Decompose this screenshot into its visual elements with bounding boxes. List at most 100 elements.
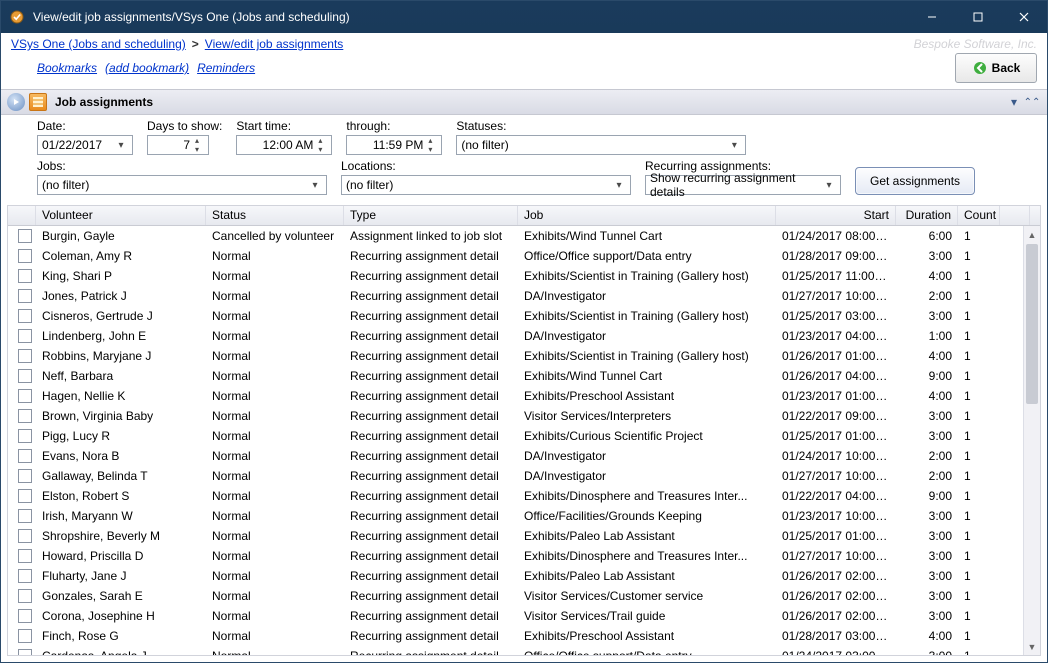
table-row[interactable]: Gonzales, Sarah E Normal Recurring assig… [8,586,1040,606]
jobs-dropdown-icon[interactable] [308,180,322,191]
col-blank[interactable] [1000,206,1030,225]
through-spinner-icon[interactable] [423,136,437,154]
row-checkbox[interactable] [18,509,32,523]
table-row[interactable]: Hagen, Nellie K Normal Recurring assignm… [8,386,1040,406]
table-row[interactable]: Howard, Priscilla D Normal Recurring ass… [8,546,1040,566]
start-time-spinner-icon[interactable] [313,136,327,154]
table-row[interactable]: Finch, Rose G Normal Recurring assignmen… [8,626,1040,646]
locations-label: Locations: [341,159,631,173]
scroll-up-icon[interactable]: ▲ [1024,226,1040,243]
row-checkbox[interactable] [18,229,32,243]
table-row[interactable]: Gallaway, Belinda T Normal Recurring ass… [8,466,1040,486]
table-row[interactable]: Elston, Robert S Normal Recurring assign… [8,486,1040,506]
row-checkbox[interactable] [18,609,32,623]
row-checkbox[interactable] [18,269,32,283]
row-checkbox[interactable] [18,429,32,443]
window-controls [909,1,1047,33]
table-row[interactable]: Coleman, Amy R Normal Recurring assignme… [8,246,1040,266]
jobs-select[interactable]: (no filter) [37,175,327,195]
col-count[interactable]: Count [958,206,1000,225]
cell-duration: 3:00 [896,429,958,443]
table-row[interactable]: Fluharty, Jane J Normal Recurring assign… [8,566,1040,586]
row-checkbox[interactable] [18,249,32,263]
cell-start: 01/25/2017 03:00PM [776,309,896,323]
row-checkbox[interactable] [18,409,32,423]
reminders-link[interactable]: Reminders [197,61,255,75]
row-checkbox[interactable] [18,329,32,343]
breadcrumb-root[interactable]: VSys One (Jobs and scheduling) [11,37,186,51]
get-assignments-button[interactable]: Get assignments [855,167,975,195]
row-checkbox[interactable] [18,389,32,403]
row-checkbox[interactable] [18,589,32,603]
table-row[interactable]: Lindenberg, John E Normal Recurring assi… [8,326,1040,346]
row-checkbox[interactable] [18,529,32,543]
row-checkbox[interactable] [18,649,32,655]
cell-volunteer: Cardenas, Angela J [36,649,206,655]
date-dropdown-icon[interactable] [114,140,128,151]
col-type[interactable]: Type [344,206,518,225]
table-row[interactable]: Burgin, Gayle Cancelled by volunteer Ass… [8,226,1040,246]
table-row[interactable]: Cisneros, Gertrude J Normal Recurring as… [8,306,1040,326]
breadcrumb-current[interactable]: View/edit job assignments [205,37,344,51]
table-row[interactable]: King, Shari P Normal Recurring assignmen… [8,266,1040,286]
locations-select[interactable]: (no filter) [341,175,631,195]
cell-type: Recurring assignment detail [344,589,518,603]
cell-job: DA/Investigator [518,469,776,483]
maximize-button[interactable] [955,1,1001,33]
table-row[interactable]: Shropshire, Beverly M Normal Recurring a… [8,526,1040,546]
col-duration[interactable]: Duration [896,206,958,225]
days-input[interactable]: 7 [147,135,209,155]
locations-dropdown-icon[interactable] [612,180,626,191]
cell-duration: 3:00 [896,549,958,563]
row-checkbox[interactable] [18,449,32,463]
cell-job: Exhibits/Wind Tunnel Cart [518,369,776,383]
cell-volunteer: Robbins, Maryjane J [36,349,206,363]
add-bookmark-link[interactable]: (add bookmark) [105,61,189,75]
table-row[interactable]: Neff, Barbara Normal Recurring assignmen… [8,366,1040,386]
row-checkbox[interactable] [18,469,32,483]
cell-volunteer: Corona, Josephine H [36,609,206,623]
days-spinner-icon[interactable] [190,136,204,154]
statuses-dropdown-icon[interactable] [727,140,741,151]
recurring-dropdown-icon[interactable] [822,180,836,191]
date-input[interactable]: 01/22/2017 [37,135,133,155]
table-row[interactable]: Brown, Virginia Baby Normal Recurring as… [8,406,1040,426]
col-checkbox[interactable] [8,206,36,225]
row-checkbox[interactable] [18,369,32,383]
col-status[interactable]: Status [206,206,344,225]
vertical-scrollbar[interactable]: ▲ ▼ [1023,226,1040,655]
table-row[interactable]: Cardenas, Angela J Normal Recurring assi… [8,646,1040,655]
through-input[interactable]: 11:59 PM [346,135,442,155]
col-start[interactable]: Start [776,206,896,225]
row-checkbox[interactable] [18,629,32,643]
back-button[interactable]: Back [955,53,1037,83]
row-checkbox[interactable] [18,289,32,303]
start-time-input[interactable]: 12:00 AM [236,135,332,155]
section-menu-chevron-icon[interactable]: ▾ [1007,95,1021,109]
row-checkbox[interactable] [18,349,32,363]
section-collapse-chevron-icon[interactable]: ⌃⌃ [1025,97,1039,108]
table-row[interactable]: Pigg, Lucy R Normal Recurring assignment… [8,426,1040,446]
scroll-down-icon[interactable]: ▼ [1024,638,1040,655]
scroll-thumb[interactable] [1026,244,1038,404]
statuses-select[interactable]: (no filter) [456,135,746,155]
minimize-button[interactable] [909,1,955,33]
cell-type: Recurring assignment detail [344,529,518,543]
cell-count: 1 [958,289,1000,303]
row-checkbox[interactable] [18,569,32,583]
col-volunteer[interactable]: Volunteer [36,206,206,225]
table-row[interactable]: Jones, Patrick J Normal Recurring assign… [8,286,1040,306]
play-icon[interactable] [7,93,25,111]
back-arrow-icon [972,60,988,76]
bookmarks-link[interactable]: Bookmarks [37,61,97,75]
row-checkbox[interactable] [18,489,32,503]
table-row[interactable]: Robbins, Maryjane J Normal Recurring ass… [8,346,1040,366]
row-checkbox[interactable] [18,549,32,563]
recurring-select[interactable]: Show recurring assignment details [645,175,841,195]
row-checkbox[interactable] [18,309,32,323]
table-row[interactable]: Corona, Josephine H Normal Recurring ass… [8,606,1040,626]
col-job[interactable]: Job [518,206,776,225]
close-button[interactable] [1001,1,1047,33]
table-row[interactable]: Evans, Nora B Normal Recurring assignmen… [8,446,1040,466]
table-row[interactable]: Irish, Maryann W Normal Recurring assign… [8,506,1040,526]
